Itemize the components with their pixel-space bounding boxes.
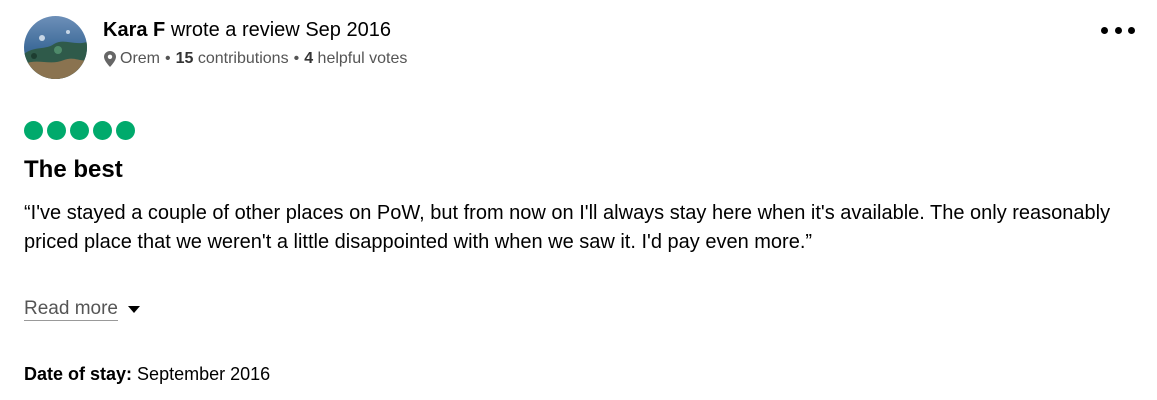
contributions-label: contributions: [197, 50, 289, 67]
review-date: Sep 2016: [305, 19, 391, 41]
avatar-image: [24, 16, 87, 79]
helpful-votes-label: helpful votes: [317, 50, 408, 67]
date-of-stay-value: September 2016: [137, 364, 271, 384]
rating-bubble: [116, 121, 135, 140]
avatar[interactable]: [24, 16, 87, 79]
read-more-button[interactable]: Read more: [24, 298, 140, 321]
review-text: “I've stayed a couple of other places on…: [24, 202, 1111, 253]
more-options-icon: [1128, 26, 1135, 34]
read-more-label: Read more: [24, 298, 118, 321]
date-of-stay-label: Date of stay:: [24, 364, 133, 384]
more-options-icon: [1101, 26, 1108, 34]
rating-bubble: [24, 121, 43, 140]
more-options-button[interactable]: [1101, 20, 1135, 40]
meta-separator: •: [165, 50, 171, 67]
review-action: wrote a review: [170, 19, 300, 41]
meta-separator: •: [293, 50, 300, 67]
rating-bubble: [70, 121, 89, 140]
helpful-votes-count: 4: [304, 50, 314, 67]
contributions-count: 15: [175, 50, 194, 67]
rating-bubbles: [24, 121, 135, 140]
review-title[interactable]: The best: [24, 154, 123, 186]
review-card: Kara F wrote a review Sep 2016 Orem • 15…: [0, 0, 1157, 400]
author-location: Orem: [120, 50, 160, 67]
caret-down-icon: [128, 306, 140, 313]
more-options-icon: [1114, 26, 1122, 34]
date-of-stay: Date of stay: September 2016: [24, 362, 270, 386]
rating-bubble: [47, 121, 66, 140]
review-header: Kara F wrote a review Sep 2016: [103, 18, 391, 42]
author-meta: Orem • 15 contributions • 4 helpful vote…: [104, 49, 407, 69]
author-name[interactable]: Kara F: [103, 19, 165, 41]
rating-bubble: [93, 121, 112, 140]
map-pin-icon: [104, 51, 116, 67]
